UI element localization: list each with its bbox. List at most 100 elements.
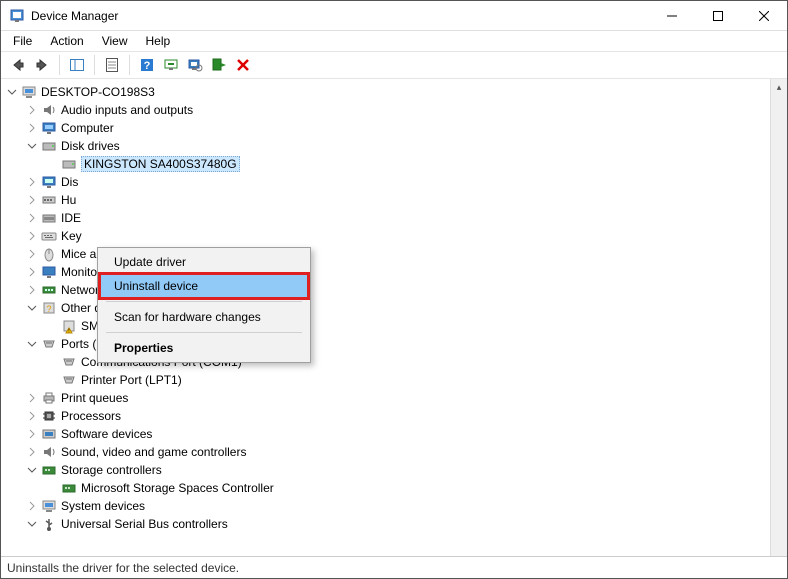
tree-category-display[interactable]: Dis: [5, 173, 770, 191]
expander-icon[interactable]: [25, 103, 39, 117]
category-label: System devices: [61, 499, 145, 513]
window-controls: [649, 1, 787, 30]
update-driver-button[interactable]: [160, 54, 182, 76]
expander-icon[interactable]: [25, 517, 39, 531]
context-menu-update-driver[interactable]: Update driver: [100, 250, 308, 274]
tree-category-processors[interactable]: Processors: [5, 407, 770, 425]
scan-hardware-button[interactable]: [184, 54, 206, 76]
expander-icon[interactable]: [25, 301, 39, 315]
tree-category-keyboards[interactable]: Key: [5, 227, 770, 245]
tree-root[interactable]: DESKTOP-CO198S3: [5, 83, 770, 101]
expander-icon[interactable]: [25, 283, 39, 297]
tree-device-lpt1[interactable]: Printer Port (LPT1): [5, 371, 770, 389]
properties-button[interactable]: [101, 54, 123, 76]
system-device-icon: [41, 498, 57, 514]
expander-icon[interactable]: [25, 265, 39, 279]
expander-icon[interactable]: [25, 463, 39, 477]
menu-view[interactable]: View: [94, 32, 136, 50]
computer-icon: [21, 84, 37, 100]
tree-category-audio[interactable]: Audio inputs and outputs: [5, 101, 770, 119]
menu-action[interactable]: Action: [42, 32, 91, 50]
tree-category-hid[interactable]: Hu: [5, 191, 770, 209]
expander-icon[interactable]: [25, 175, 39, 189]
speaker-icon: [41, 102, 57, 118]
chevron-right-icon: [27, 231, 37, 241]
expander-icon[interactable]: [25, 193, 39, 207]
expander-icon[interactable]: [25, 121, 39, 135]
chevron-down-icon: [27, 339, 37, 349]
context-menu-scan-hardware[interactable]: Scan for hardware changes: [100, 305, 308, 329]
close-icon: [759, 11, 769, 21]
expander-icon[interactable]: [25, 229, 39, 243]
help-button[interactable]: ?: [136, 54, 158, 76]
minimize-icon: [667, 11, 677, 21]
expander-icon[interactable]: [25, 247, 39, 261]
menu-help[interactable]: Help: [138, 32, 179, 50]
tree-category-sound[interactable]: Sound, video and game controllers: [5, 443, 770, 461]
chevron-right-icon: [27, 267, 37, 277]
chevron-down-icon: [27, 303, 37, 313]
context-menu-separator: [106, 332, 302, 333]
category-label: Audio inputs and outputs: [61, 103, 193, 117]
mouse-icon: [41, 246, 57, 262]
sound-controller-icon: [41, 444, 57, 460]
tree-category-ide[interactable]: IDE: [5, 209, 770, 227]
ide-controller-icon: [41, 210, 57, 226]
expander-icon[interactable]: [25, 337, 39, 351]
status-text: Uninstalls the driver for the selected d…: [7, 561, 239, 575]
chevron-right-icon: [27, 105, 37, 115]
chevron-down-icon: [27, 141, 37, 151]
menu-file[interactable]: File: [5, 32, 40, 50]
tree-device-selected[interactable]: KINGSTON SA400S37480G: [5, 155, 770, 173]
tree-category-storage[interactable]: Storage controllers: [5, 461, 770, 479]
scrollbar-up-arrow-icon[interactable]: ▴: [771, 82, 787, 93]
software-device-icon: [41, 426, 57, 442]
tree-device-ms-storage[interactable]: Microsoft Storage Spaces Controller: [5, 479, 770, 497]
tree-category-software-devices[interactable]: Software devices: [5, 425, 770, 443]
tree-category-disk-drives[interactable]: Disk drives: [5, 137, 770, 155]
root-label: DESKTOP-CO198S3: [41, 85, 155, 99]
title-bar: Device Manager: [1, 1, 787, 31]
vertical-scrollbar[interactable]: ▴: [770, 79, 787, 556]
context-menu-properties[interactable]: Properties: [100, 336, 308, 360]
chevron-right-icon: [27, 447, 37, 457]
forward-button[interactable]: [31, 54, 53, 76]
monitor-icon: [41, 264, 57, 280]
port-icon: [41, 336, 57, 352]
toolbar-separator: [59, 55, 60, 75]
expander-icon[interactable]: [5, 85, 19, 99]
toolbar: ?: [1, 51, 787, 79]
device-label: Printer Port (LPT1): [81, 373, 182, 387]
tree-category-print-queues[interactable]: Print queues: [5, 389, 770, 407]
uninstall-device-button[interactable]: [232, 54, 254, 76]
expander-icon[interactable]: [25, 445, 39, 459]
category-label: Computer: [61, 121, 114, 135]
close-button[interactable]: [741, 1, 787, 30]
chevron-right-icon: [27, 195, 37, 205]
tree-category-computer[interactable]: Computer: [5, 119, 770, 137]
tree-category-usb[interactable]: Universal Serial Bus controllers: [5, 515, 770, 533]
minimize-button[interactable]: [649, 1, 695, 30]
expander-icon[interactable]: [25, 211, 39, 225]
device-manager-window: Device Manager File Action View Help: [0, 0, 788, 579]
maximize-button[interactable]: [695, 1, 741, 30]
expander-icon[interactable]: [25, 139, 39, 153]
tree-pane-icon: [69, 57, 85, 73]
storage-controller-icon: [61, 480, 77, 496]
expander-icon[interactable]: [25, 391, 39, 405]
enable-device-button[interactable]: [208, 54, 230, 76]
back-button[interactable]: [7, 54, 29, 76]
other-devices-icon: ?: [41, 300, 57, 316]
keyboard-icon: [41, 228, 57, 244]
enable-device-icon: [211, 57, 227, 73]
expander-icon[interactable]: [25, 409, 39, 423]
chevron-right-icon: [27, 177, 37, 187]
context-menu-uninstall-device[interactable]: Uninstall device: [100, 274, 308, 298]
expander-icon[interactable]: [25, 499, 39, 513]
chevron-right-icon: [27, 501, 37, 511]
expander-icon[interactable]: [25, 427, 39, 441]
tree-category-system-devices[interactable]: System devices: [5, 497, 770, 515]
back-arrow-icon: [10, 57, 26, 73]
disk-drive-icon: [41, 138, 57, 154]
show-hide-tree-button[interactable]: [66, 54, 88, 76]
